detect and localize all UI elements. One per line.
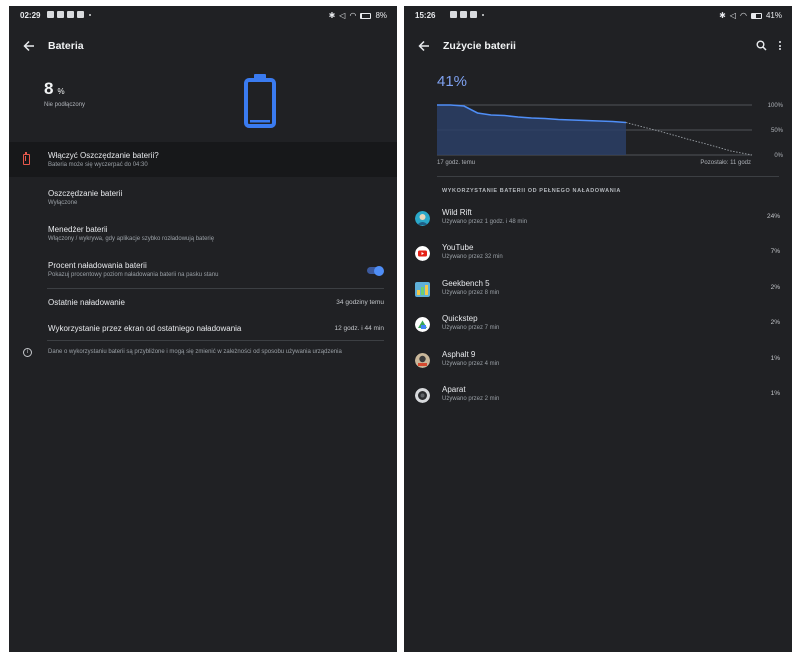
wild-rift-icon [415, 211, 430, 226]
bluetooth-icon: ✱ [719, 11, 726, 20]
settings-item-title: Oszczędzanie baterii [48, 189, 123, 198]
battery-usage-screen: 15:26 ✱ ◁ ◠ 41% Zużycie baterii 41% 100%… [404, 6, 792, 652]
app-usage-time: Używano przez 4 min [442, 361, 500, 367]
chart-prediction-line [625, 122, 753, 156]
settings-item-battery-saver[interactable]: Oszczędzanie baterii Wyłączone [9, 184, 397, 214]
battery-history-chart: 100% 50% 0% [437, 103, 784, 159]
section-title: WYKORZYSTANIE BATERII OD PEŁNEGO NAŁADOW… [442, 188, 621, 194]
settings-item-title: Procent naładowania baterii [48, 261, 147, 270]
wifi-icon: ◠ [740, 11, 747, 20]
notification-icons [450, 11, 484, 18]
suggestion-title: Włączyć Oszczędzanie baterii? [48, 151, 159, 160]
camera-icon [415, 388, 430, 403]
chart-tick-label: 100% [768, 103, 784, 109]
app-usage-item-camera[interactable]: Aparat Używano przez 2 min 1% [404, 383, 792, 417]
status-time: 15:26 [415, 11, 436, 20]
status-bar: 15:26 ✱ ◁ ◠ 41% [404, 6, 792, 26]
app-name: Aparat [442, 385, 466, 394]
app-name: Asphalt 9 [442, 350, 476, 359]
search-icon[interactable] [756, 40, 767, 51]
more-options-icon[interactable] [777, 39, 783, 52]
status-battery-text: 8% [375, 11, 387, 20]
stat-screen-usage: Wykorzystanie przez ekran od ostatniego … [9, 320, 397, 340]
battery-large-icon [244, 74, 276, 128]
stat-value: 12 godz. i 44 min [334, 325, 384, 332]
usage-info-note: i Dane o wykorzystaniu baterii są przybl… [9, 346, 397, 362]
settings-item-battery-manager[interactable]: Menedżer baterii Włączony / wykrywa, gdy… [9, 220, 397, 250]
asphalt-icon [415, 353, 430, 368]
chart-tick-label: 50% [771, 128, 784, 134]
app-name: Wild Rift [442, 208, 472, 217]
quickstep-icon [415, 317, 430, 332]
chart-area-fill [437, 105, 626, 155]
app-name: YouTube [442, 243, 474, 252]
app-usage-item-asphalt[interactable]: Asphalt 9 Używano przez 4 min 1% [404, 348, 792, 382]
settings-item-battery-percentage[interactable]: Procent naładowania baterii Pokazuj proc… [9, 256, 397, 286]
app-usage-item-wild-rift[interactable]: Wild Rift Używano przez 1 godz. i 48 min… [404, 206, 792, 240]
settings-item-subtitle: Włączony / wykrywa, gdy aplikacje szybko… [48, 236, 215, 242]
battery-alert-icon [23, 152, 30, 165]
stat-value: 34 godziny temu [336, 299, 384, 306]
back-arrow-icon[interactable] [22, 39, 36, 53]
bluetooth-icon: ✱ [328, 11, 336, 20]
page-title: Bateria [48, 40, 84, 52]
status-battery-text: 41% [765, 11, 782, 20]
vibrate-icon: ◁ [339, 11, 346, 20]
app-usage-time: Używano przez 8 min [442, 290, 500, 296]
toolbar: Bateria [9, 34, 397, 58]
status-time: 02:29 [20, 11, 41, 20]
app-usage-percent: 7% [770, 248, 780, 255]
divider [47, 340, 384, 341]
app-name: Quickstep [442, 314, 478, 323]
app-usage-item-quickstep[interactable]: Quickstep Używano przez 7 min 2% [404, 312, 792, 346]
battery-status-icon [750, 12, 762, 19]
toolbar: Zużycie baterii [404, 34, 792, 58]
geekbench-icon [415, 282, 430, 297]
wifi-icon: ◠ [349, 11, 357, 20]
vibrate-icon: ◁ [729, 11, 736, 20]
battery-level-unit: % [57, 87, 65, 96]
status-bar: 02:29 ✱ ◁ ◠ 8% [9, 6, 397, 26]
back-arrow-icon[interactable] [417, 39, 431, 53]
battery-status-icon [360, 12, 372, 19]
battery-screen: 02:29 ✱ ◁ ◠ 8% Bateria 8% Nie podłączony… [9, 6, 397, 652]
app-usage-percent: 1% [770, 355, 780, 362]
battery-level: 41% [437, 73, 468, 90]
app-usage-time: Używano przez 2 min [442, 396, 500, 402]
stat-last-charge: Ostatnie naładowanie 34 godziny temu [9, 294, 397, 314]
divider [437, 176, 779, 177]
app-usage-percent: 2% [770, 319, 780, 326]
stat-label: Wykorzystanie przez ekran od ostatniego … [48, 324, 242, 333]
divider [47, 288, 384, 289]
notification-icons [47, 11, 91, 18]
suggestion-subtitle: Bateria może się wyczerpać do 04:30 [48, 162, 148, 168]
battery-level-value: 8 [44, 79, 54, 98]
app-usage-item-youtube[interactable]: YouTube Używano przez 32 min 7% [404, 241, 792, 275]
stat-label: Ostatnie naładowanie [48, 298, 125, 307]
status-right: ✱ ◁ ◠ 8% [329, 11, 387, 20]
app-name: Geekbench 5 [442, 279, 490, 288]
info-icon: i [23, 348, 32, 357]
app-usage-percent: 2% [770, 284, 780, 291]
chart-tick-label: 0% [774, 153, 783, 159]
page-title: Zużycie baterii [443, 40, 516, 52]
settings-item-subtitle: Wyłączone [48, 200, 78, 206]
status-right: ✱ ◁ ◠ 41% [719, 11, 782, 20]
charging-state: Nie podłączony [44, 102, 86, 108]
app-usage-item-geekbench[interactable]: Geekbench 5 Używano przez 8 min 2% [404, 277, 792, 311]
battery-percentage-toggle[interactable] [367, 265, 384, 276]
usage-info-text: Dane o wykorzystaniu baterii są przybliż… [48, 349, 342, 355]
chart-remaining-label: Pozostało: 11 godz [700, 160, 751, 166]
youtube-icon [415, 246, 430, 261]
settings-item-subtitle: Pokazuj procentowy poziom naładowania ba… [48, 272, 219, 278]
battery-saver-suggestion[interactable]: Włączyć Oszczędzanie baterii? Bateria mo… [9, 142, 397, 177]
app-usage-percent: 24% [766, 213, 780, 220]
app-usage-percent: 1% [770, 390, 780, 397]
app-usage-time: Używano przez 7 min [442, 325, 500, 331]
app-usage-time: Używano przez 1 godz. i 48 min [442, 219, 528, 225]
chart-start-label: 17 godz. temu [437, 160, 476, 166]
settings-item-title: Menedżer baterii [48, 225, 108, 234]
app-usage-time: Używano przez 32 min [442, 254, 503, 260]
battery-level: 8% [44, 79, 65, 99]
